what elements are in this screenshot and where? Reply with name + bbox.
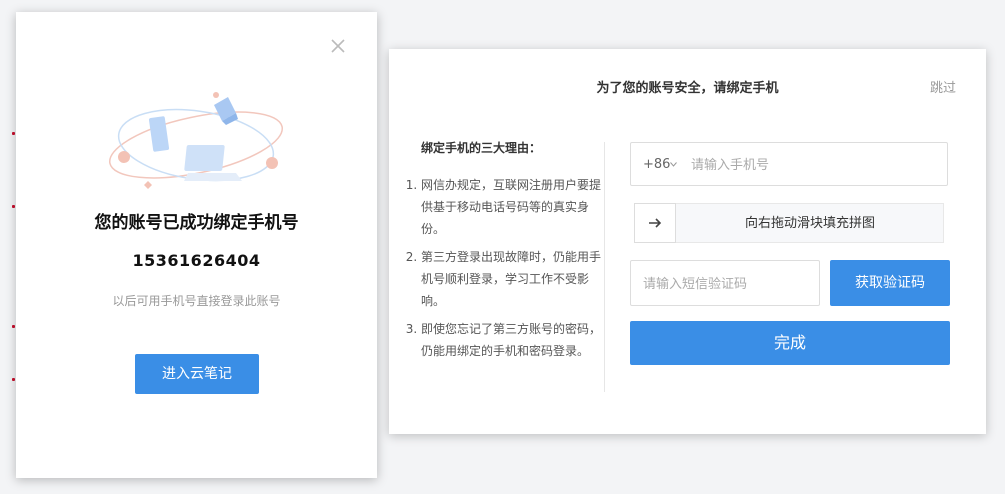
sms-code-input[interactable] bbox=[641, 271, 815, 297]
vertical-divider bbox=[604, 142, 605, 392]
reason-item: 即使您忘记了第三方账号的密码，仍能用绑定的手机和密码登录。 bbox=[421, 318, 606, 362]
chevron-down-icon[interactable] bbox=[670, 162, 677, 167]
reasons-panel: 绑定手机的三大理由： 网信办规定，互联网注册用户要提供基于移动电话号码等的真实身… bbox=[406, 139, 606, 368]
reason-item: 第三方登录出现故障时，仍能用手机号顺利登录，学习工作不受影响。 bbox=[421, 246, 606, 312]
reason-item: 网信办规定，互联网注册用户要提供基于移动电话号码等的真实身份。 bbox=[421, 174, 606, 240]
dialog-title: 为了您的账号安全，请绑定手机 bbox=[596, 81, 779, 96]
reasons-list: 网信办规定，互联网注册用户要提供基于移动电话号码等的真实身份。 第三方登录出现故… bbox=[406, 174, 606, 362]
slider-captcha: 向右拖动滑块填充拼图 bbox=[634, 203, 944, 243]
close-icon[interactable] bbox=[329, 37, 347, 55]
reasons-title: 绑定手机的三大理由： bbox=[421, 141, 542, 155]
bind-success-title: 您的账号已成功绑定手机号 bbox=[94, 213, 299, 233]
arrow-right-icon bbox=[649, 218, 662, 228]
enter-cloud-notes-button[interactable]: 进入云笔记 bbox=[135, 354, 259, 394]
phone-field: +86 bbox=[630, 142, 948, 186]
phone-input[interactable] bbox=[689, 151, 933, 179]
sms-code-field bbox=[630, 260, 820, 306]
slider-handle[interactable] bbox=[634, 203, 676, 243]
slider-label: 向右拖动滑块填充拼图 bbox=[744, 216, 875, 231]
bind-phone-dialog: 为了您的账号安全，请绑定手机 跳过 绑定手机的三大理由： 网信办规定，互联网注册… bbox=[389, 49, 986, 434]
login-hint-text: 以后可用手机号直接登录此账号 bbox=[112, 294, 281, 308]
bind-success-dialog: 您的账号已成功绑定手机号 15361626404 以后可用手机号直接登录此账号 … bbox=[16, 12, 377, 478]
get-code-button[interactable]: 获取验证码 bbox=[830, 260, 950, 306]
background-edge-marks bbox=[0, 0, 16, 494]
done-button[interactable]: 完成 bbox=[630, 321, 950, 365]
country-code-select[interactable]: +86 bbox=[643, 143, 670, 187]
bound-phone-number: 15361626404 bbox=[132, 251, 261, 270]
devices-orbit-illustration bbox=[108, 92, 284, 189]
skip-link[interactable]: 跳过 bbox=[930, 77, 956, 96]
